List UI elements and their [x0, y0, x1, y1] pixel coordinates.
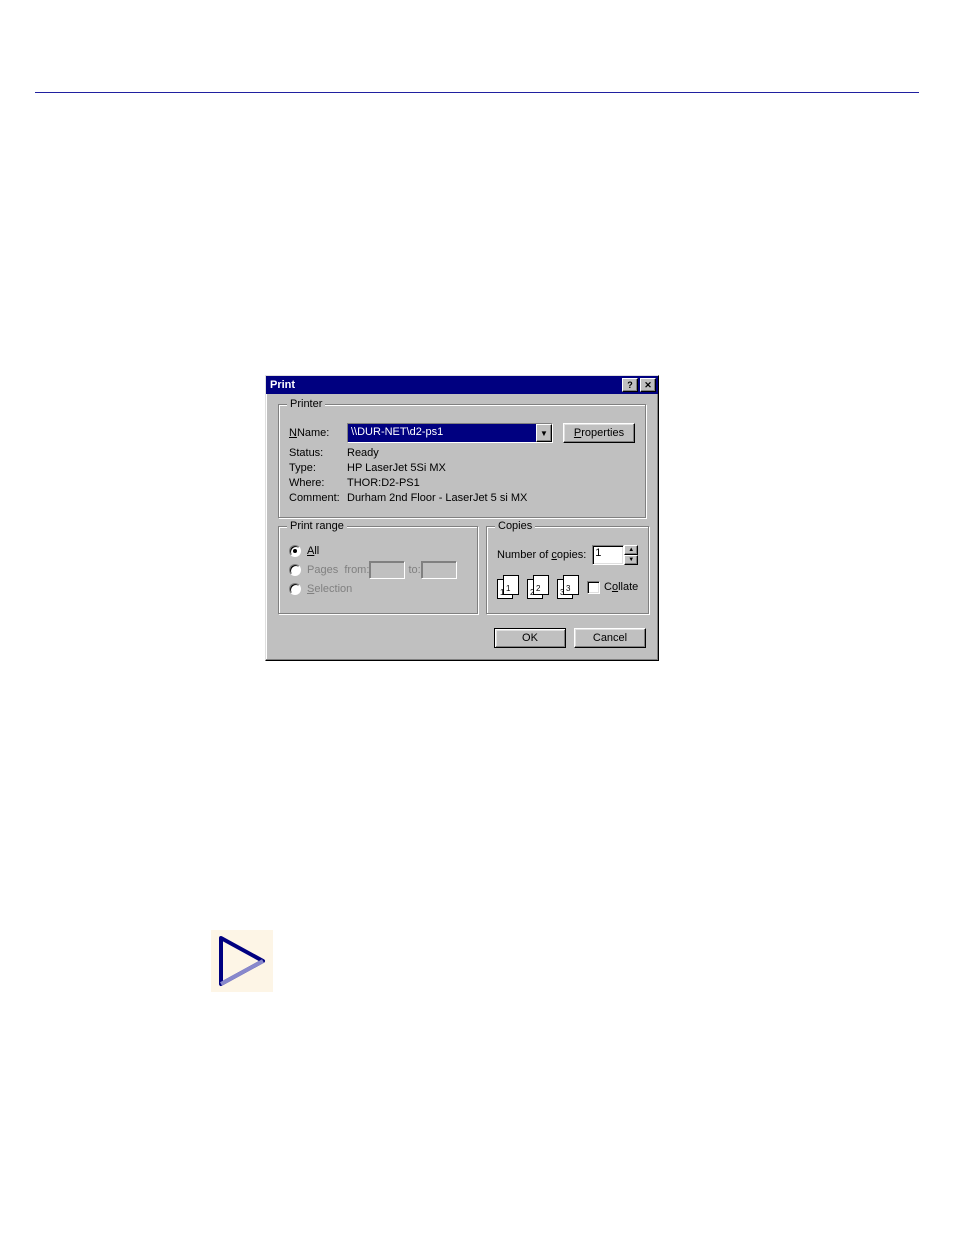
- printer-group-legend: Printer: [287, 398, 325, 410]
- print-range-legend: Print range: [287, 520, 347, 532]
- ok-button[interactable]: OK: [494, 628, 566, 648]
- close-button[interactable]: ✕: [640, 378, 656, 392]
- print-dialog: Print ? ✕ Printer NName: \\DUR-NET\d2-ps…: [265, 375, 659, 661]
- printer-group: Printer NName: \\DUR-NET\d2-ps1 ▼ Proper…: [278, 404, 646, 518]
- copies-group: Copies Number of copies: 1 ▲ ▼ 1: [486, 526, 649, 614]
- status-value: Ready: [347, 447, 379, 459]
- collate-graphic: 1 1 2 2 3 3: [497, 575, 579, 599]
- printer-name-value: \\DUR-NET\d2-ps1: [348, 424, 536, 442]
- num-copies-label: Number of copies:: [497, 549, 586, 561]
- chevron-down-icon[interactable]: ▼: [536, 424, 552, 442]
- collate-checkbox[interactable]: [587, 581, 600, 594]
- where-value: THOR:D2-PS1: [347, 477, 420, 489]
- copies-legend: Copies: [495, 520, 535, 532]
- titlebar: Print ? ✕: [266, 376, 658, 394]
- printer-name-combo[interactable]: \\DUR-NET\d2-ps1 ▼: [347, 423, 553, 443]
- collate-label: Collate: [604, 581, 638, 593]
- help-button[interactable]: ?: [622, 378, 638, 392]
- status-label: Status:: [289, 447, 347, 459]
- type-value: HP LaserJet 5Si MX: [347, 462, 446, 474]
- note-triangle-icon: [211, 930, 273, 992]
- to-input: [421, 561, 457, 579]
- radio-all[interactable]: [289, 545, 301, 557]
- radio-pages-label: Pages: [307, 564, 338, 576]
- cancel-button[interactable]: Cancel: [574, 628, 646, 648]
- comment-value: Durham 2nd Floor - LaserJet 5 si MX: [347, 492, 527, 504]
- radio-selection: [289, 583, 301, 595]
- from-label: from:: [344, 564, 369, 576]
- num-copies-value[interactable]: 1: [592, 545, 624, 565]
- header-divider: [35, 92, 919, 93]
- radio-selection-label: Selection: [307, 583, 352, 595]
- dialog-title: Print: [270, 379, 620, 391]
- from-input: [369, 561, 405, 579]
- spinner-up-icon[interactable]: ▲: [624, 545, 638, 555]
- radio-pages: [289, 564, 301, 576]
- where-label: Where:: [289, 477, 347, 489]
- type-label: Type:: [289, 462, 347, 474]
- spinner-down-icon[interactable]: ▼: [624, 555, 638, 565]
- to-label: to:: [408, 564, 420, 576]
- comment-label: Comment:: [289, 492, 347, 504]
- page-icon: 2: [533, 575, 549, 595]
- page-icon: 1: [503, 575, 519, 595]
- name-label: NName:: [289, 427, 347, 439]
- properties-button[interactable]: Properties: [563, 423, 635, 443]
- num-copies-spinner[interactable]: 1 ▲ ▼: [592, 545, 638, 565]
- print-range-group: Print range All Pages from: to:: [278, 526, 478, 614]
- radio-all-label: All: [307, 545, 319, 557]
- page-icon: 3: [563, 575, 579, 595]
